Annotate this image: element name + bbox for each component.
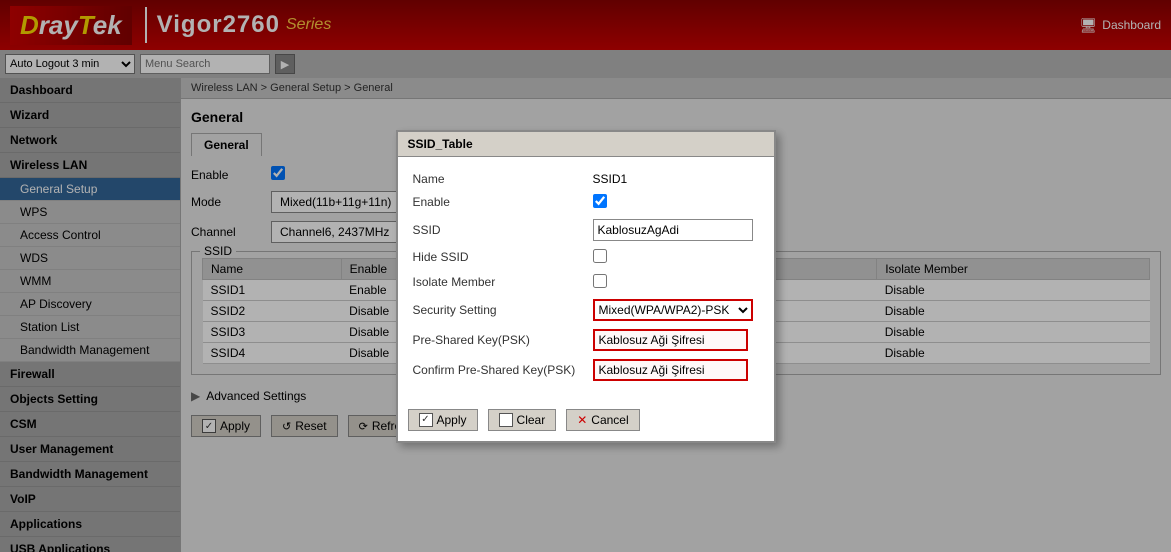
modal-isolate-checkbox-container — [593, 274, 759, 291]
modal-clear-button[interactable]: Clear — [488, 409, 557, 431]
modal-name-value: SSID1 — [593, 172, 759, 186]
modal-cancel-label: Cancel — [591, 413, 628, 427]
modal-isolate-row: Isolate Member — [413, 274, 759, 291]
modal-hide-ssid-checkbox-container — [593, 249, 759, 266]
modal-ssid-table: SSID_Table Name SSID1 Enable SSID Hide S… — [396, 130, 776, 443]
modal-confirm-psk-input-container — [593, 359, 759, 381]
modal-confirm-psk-input[interactable] — [593, 359, 748, 381]
modal-cancel-icon: ✕ — [577, 413, 587, 427]
modal-hide-ssid-checkbox[interactable] — [593, 249, 607, 263]
modal-psk-label: Pre-Shared Key(PSK) — [413, 333, 593, 347]
modal-footer: Apply Clear ✕ Cancel — [398, 404, 774, 441]
modal-security-select-container: None WEP WPA/PSK WPA2/PSK Mixed(WPA/WPA2… — [593, 299, 759, 321]
modal-clear-label: Clear — [517, 413, 546, 427]
modal-ssid-row: SSID — [413, 219, 759, 241]
modal-enable-checkbox[interactable] — [593, 194, 607, 208]
modal-enable-checkbox-container — [593, 194, 759, 211]
modal-cancel-button[interactable]: ✕ Cancel — [566, 409, 639, 431]
modal-confirm-psk-label: Confirm Pre-Shared Key(PSK) — [413, 363, 593, 377]
modal-confirm-psk-row: Confirm Pre-Shared Key(PSK) — [413, 359, 759, 381]
modal-apply-icon — [419, 413, 433, 427]
modal-hide-ssid-row: Hide SSID — [413, 249, 759, 266]
modal-psk-row: Pre-Shared Key(PSK) — [413, 329, 759, 351]
modal-apply-label: Apply — [437, 413, 467, 427]
modal-clear-icon — [499, 413, 513, 427]
modal-body: Name SSID1 Enable SSID Hide SSID — [398, 157, 774, 404]
modal-psk-input[interactable] — [593, 329, 748, 351]
modal-apply-button[interactable]: Apply — [408, 409, 478, 431]
modal-isolate-checkbox[interactable] — [593, 274, 607, 288]
modal-psk-input-container — [593, 329, 759, 351]
modal-security-select[interactable]: None WEP WPA/PSK WPA2/PSK Mixed(WPA/WPA2… — [593, 299, 753, 321]
modal-name-row: Name SSID1 — [413, 172, 759, 186]
modal-security-label: Security Setting — [413, 303, 593, 317]
modal-security-row: Security Setting None WEP WPA/PSK WPA2/P… — [413, 299, 759, 321]
modal-enable-label: Enable — [413, 195, 593, 209]
modal-ssid-label: SSID — [413, 223, 593, 237]
modal-ssid-input-container — [593, 219, 759, 241]
modal-enable-row: Enable — [413, 194, 759, 211]
modal-isolate-label: Isolate Member — [413, 275, 593, 289]
modal-title: SSID_Table — [398, 132, 774, 157]
modal-ssid-input[interactable] — [593, 219, 753, 241]
modal-hide-ssid-label: Hide SSID — [413, 250, 593, 264]
modal-overlay: SSID_Table Name SSID1 Enable SSID Hide S… — [0, 0, 1171, 552]
modal-name-label: Name — [413, 172, 593, 186]
